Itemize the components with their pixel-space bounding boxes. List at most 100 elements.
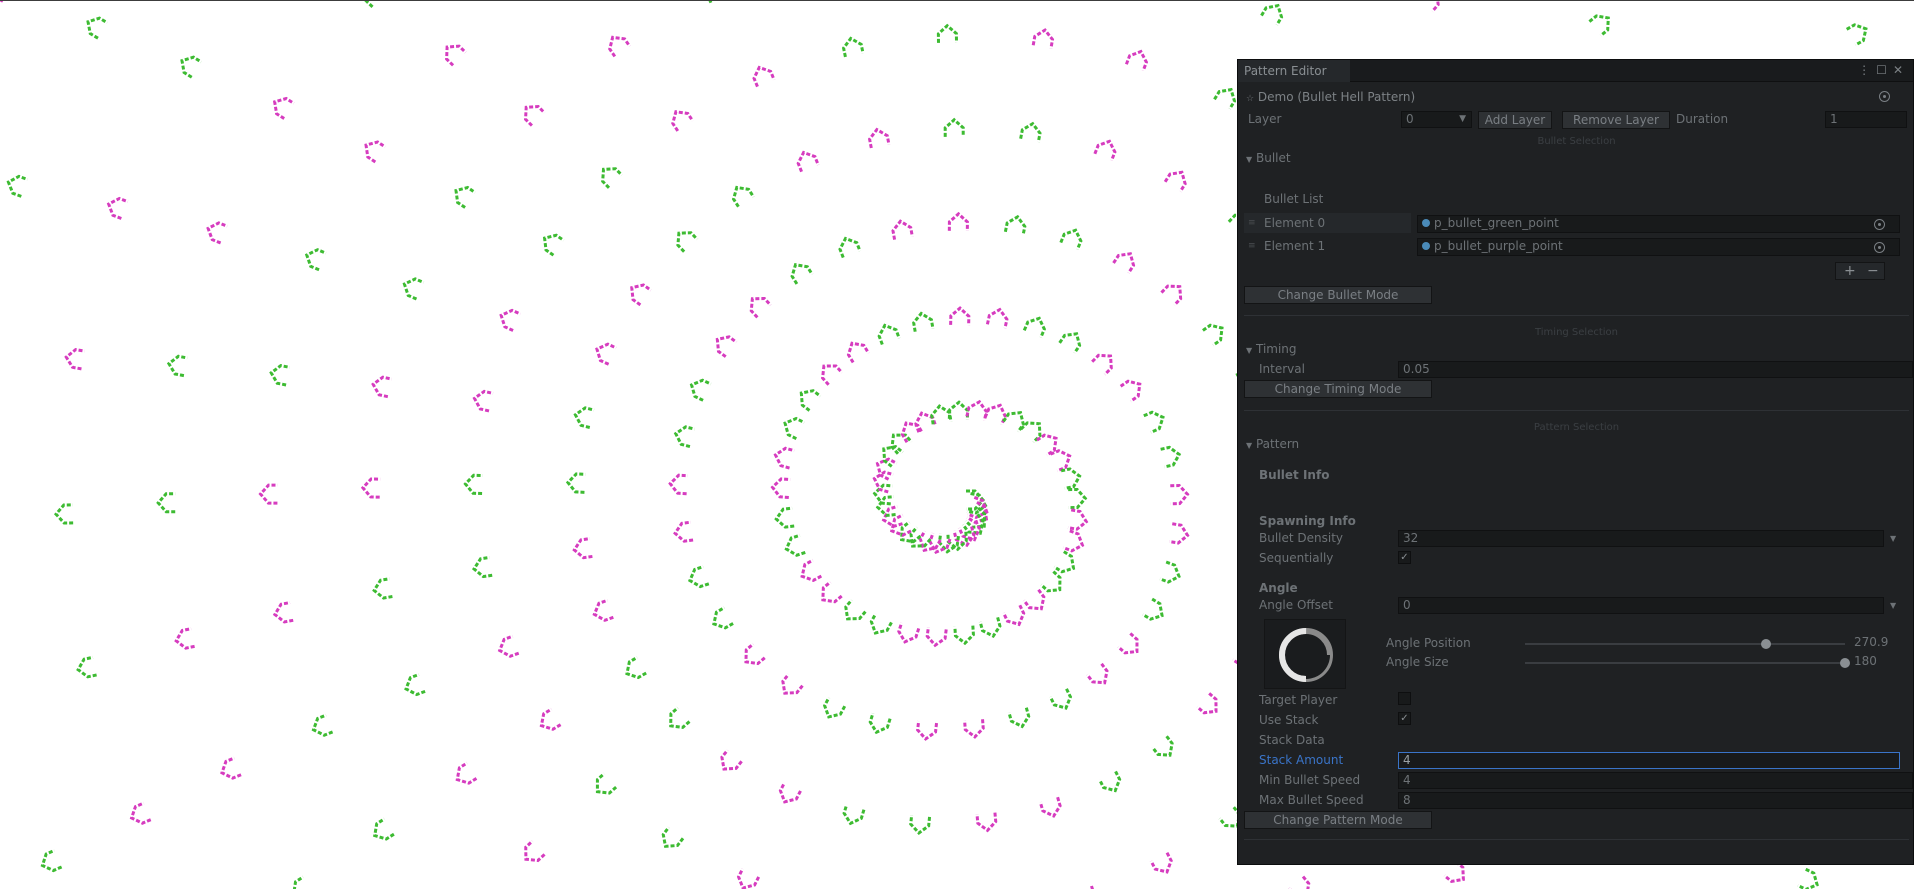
bullet-sprite <box>1260 3 1284 26</box>
bullet-sprite <box>1060 467 1082 490</box>
duration-field[interactable]: 1 <box>1825 111 1907 128</box>
element-0-value: p_bullet_green_point <box>1434 216 1559 230</box>
bullet-sprite <box>445 44 467 67</box>
element-1-picker-icon[interactable] <box>1874 242 1885 253</box>
angle-position-label: Angle Position <box>1386 636 1471 650</box>
bullet-sprite <box>573 406 595 429</box>
layer-dropdown[interactable]: 0 ▼ <box>1401 111 1472 128</box>
bullet-sprite <box>1160 445 1182 469</box>
bullet-sprite <box>364 0 386 8</box>
asset-settings-icon[interactable] <box>1879 91 1890 102</box>
angle-size-slider[interactable] <box>1525 662 1845 664</box>
bullet-sprite <box>292 875 314 889</box>
bullet-sprite <box>800 558 823 583</box>
angle-offset-field[interactable]: 0 <box>1398 597 1884 614</box>
bullet-sprite <box>712 606 734 630</box>
bullet-sprite <box>943 117 965 137</box>
min-bullet-speed-label: Min Bullet Speed <box>1259 773 1361 787</box>
kebab-menu-icon[interactable]: ⋮ <box>1858 63 1876 77</box>
bullet-foldout[interactable]: ▼ Bullet <box>1246 150 1291 168</box>
add-layer-button[interactable]: Add Layer <box>1478 111 1552 129</box>
element-0-picker-icon[interactable] <box>1874 219 1885 230</box>
timing-foldout-label: Timing <box>1255 342 1297 356</box>
bullet-sprite <box>592 598 614 622</box>
bullet-sprite <box>821 580 843 604</box>
bullet-sprite <box>272 96 295 120</box>
chevron-down-icon[interactable]: ▼ <box>1890 531 1896 547</box>
close-icon[interactable]: ✕ <box>1893 63 1909 77</box>
bullet-sprite <box>1119 379 1142 403</box>
drag-handle-icon[interactable]: ≡ <box>1248 215 1256 231</box>
bullet-sprite <box>1202 323 1224 347</box>
bullet-sprite <box>364 140 387 164</box>
prefab-icon <box>1422 242 1430 250</box>
interval-field[interactable]: 0.05 <box>1398 361 1913 378</box>
sequentially-checkbox[interactable]: ✓ <box>1398 551 1411 564</box>
bullet-sprite <box>842 804 866 826</box>
stack-amount-field[interactable]: 4 <box>1398 752 1900 769</box>
bullet-sprite <box>1845 23 1868 47</box>
bullet-sprite <box>1117 632 1139 655</box>
change-pattern-mode-button[interactable]: Change Pattern Mode <box>1244 811 1432 829</box>
use-stack-checkbox[interactable]: ✓ <box>1398 712 1411 725</box>
bullet-sprite <box>1797 867 1819 889</box>
bullet-sprite <box>1068 487 1088 510</box>
chevron-down-icon[interactable]: ▼ <box>1890 598 1896 614</box>
bullet-sprite <box>1031 28 1055 49</box>
prefab-icon <box>1422 219 1430 227</box>
change-bullet-mode-button[interactable]: Change Bullet Mode <box>1244 286 1432 304</box>
bullet-sprite <box>595 772 618 795</box>
timing-foldout[interactable]: ▼ Timing <box>1246 341 1297 359</box>
bullet-sprite <box>1062 529 1085 553</box>
bullet-density-field[interactable]: 32 <box>1398 530 1884 547</box>
maximize-icon[interactable]: ☐ <box>1876 63 1893 77</box>
bullet-sprite <box>463 473 483 496</box>
chevron-down-icon: ▼ <box>1459 114 1466 124</box>
asset-header: ☆ Demo (Bullet Hell Pattern) <box>1246 89 1415 107</box>
bullet-sprite <box>174 627 195 650</box>
bullet-sprite <box>1159 560 1181 584</box>
interval-label: Interval <box>1259 362 1305 376</box>
bullet-sprite <box>1163 170 1187 193</box>
angle-size-field[interactable]: 180 <box>1850 654 1910 671</box>
bullet-sprite <box>1149 852 1173 874</box>
duration-label: Duration <box>1676 112 1729 126</box>
triangle-down-icon: ▼ <box>1246 441 1253 450</box>
asset-icon: ☆ <box>1246 94 1255 104</box>
angle-position-field[interactable]: 270.9 <box>1850 635 1910 652</box>
bullet-sprite <box>1142 597 1164 621</box>
bullet-sprite <box>978 616 1002 639</box>
bullet-sprite <box>166 354 188 378</box>
min-bullet-speed-field[interactable]: 4 <box>1398 772 1913 789</box>
element-0-object-field[interactable]: p_bullet_green_point <box>1417 215 1900 233</box>
max-bullet-speed-field[interactable]: 8 <box>1398 792 1913 809</box>
change-timing-mode-button[interactable]: Change Timing Mode <box>1244 380 1432 398</box>
bullet-sprite <box>1086 662 1109 685</box>
bullet-sprite <box>1170 484 1190 506</box>
bullet-sprite <box>1022 588 1046 611</box>
remove-layer-button[interactable]: Remove Layer <box>1562 111 1670 129</box>
window-tab-pattern-editor[interactable]: Pattern Editor <box>1238 60 1350 82</box>
drag-handle-icon[interactable]: ≡ <box>1248 238 1256 254</box>
target-player-checkbox[interactable] <box>1398 692 1411 705</box>
bullet-sprite <box>311 713 334 737</box>
remove-element-button[interactable]: − <box>1867 263 1879 279</box>
angle-size-knob[interactable] <box>1840 658 1850 668</box>
bullet-sprite <box>673 520 694 543</box>
bullet-sprite <box>1019 421 1042 444</box>
pattern-foldout[interactable]: ▼ Pattern <box>1246 436 1299 454</box>
bullet-sprite <box>630 283 652 307</box>
angle-position-slider[interactable] <box>1525 643 1845 645</box>
bullet-sprite <box>1048 688 1073 710</box>
add-element-button[interactable]: + <box>1844 263 1856 279</box>
bullet-sprite <box>454 185 476 209</box>
bullet-sprite <box>975 812 998 833</box>
bullet-sprite <box>796 150 820 173</box>
bullet-sprite <box>371 375 392 399</box>
angle-position-knob[interactable] <box>1760 639 1771 649</box>
bullet-sprite <box>1098 770 1122 793</box>
bullet-sprite <box>770 477 791 499</box>
bullet-sprite <box>963 719 985 739</box>
element-1-object-field[interactable]: p_bullet_purple_point <box>1417 238 1900 256</box>
bullet-sprite <box>1143 410 1165 434</box>
